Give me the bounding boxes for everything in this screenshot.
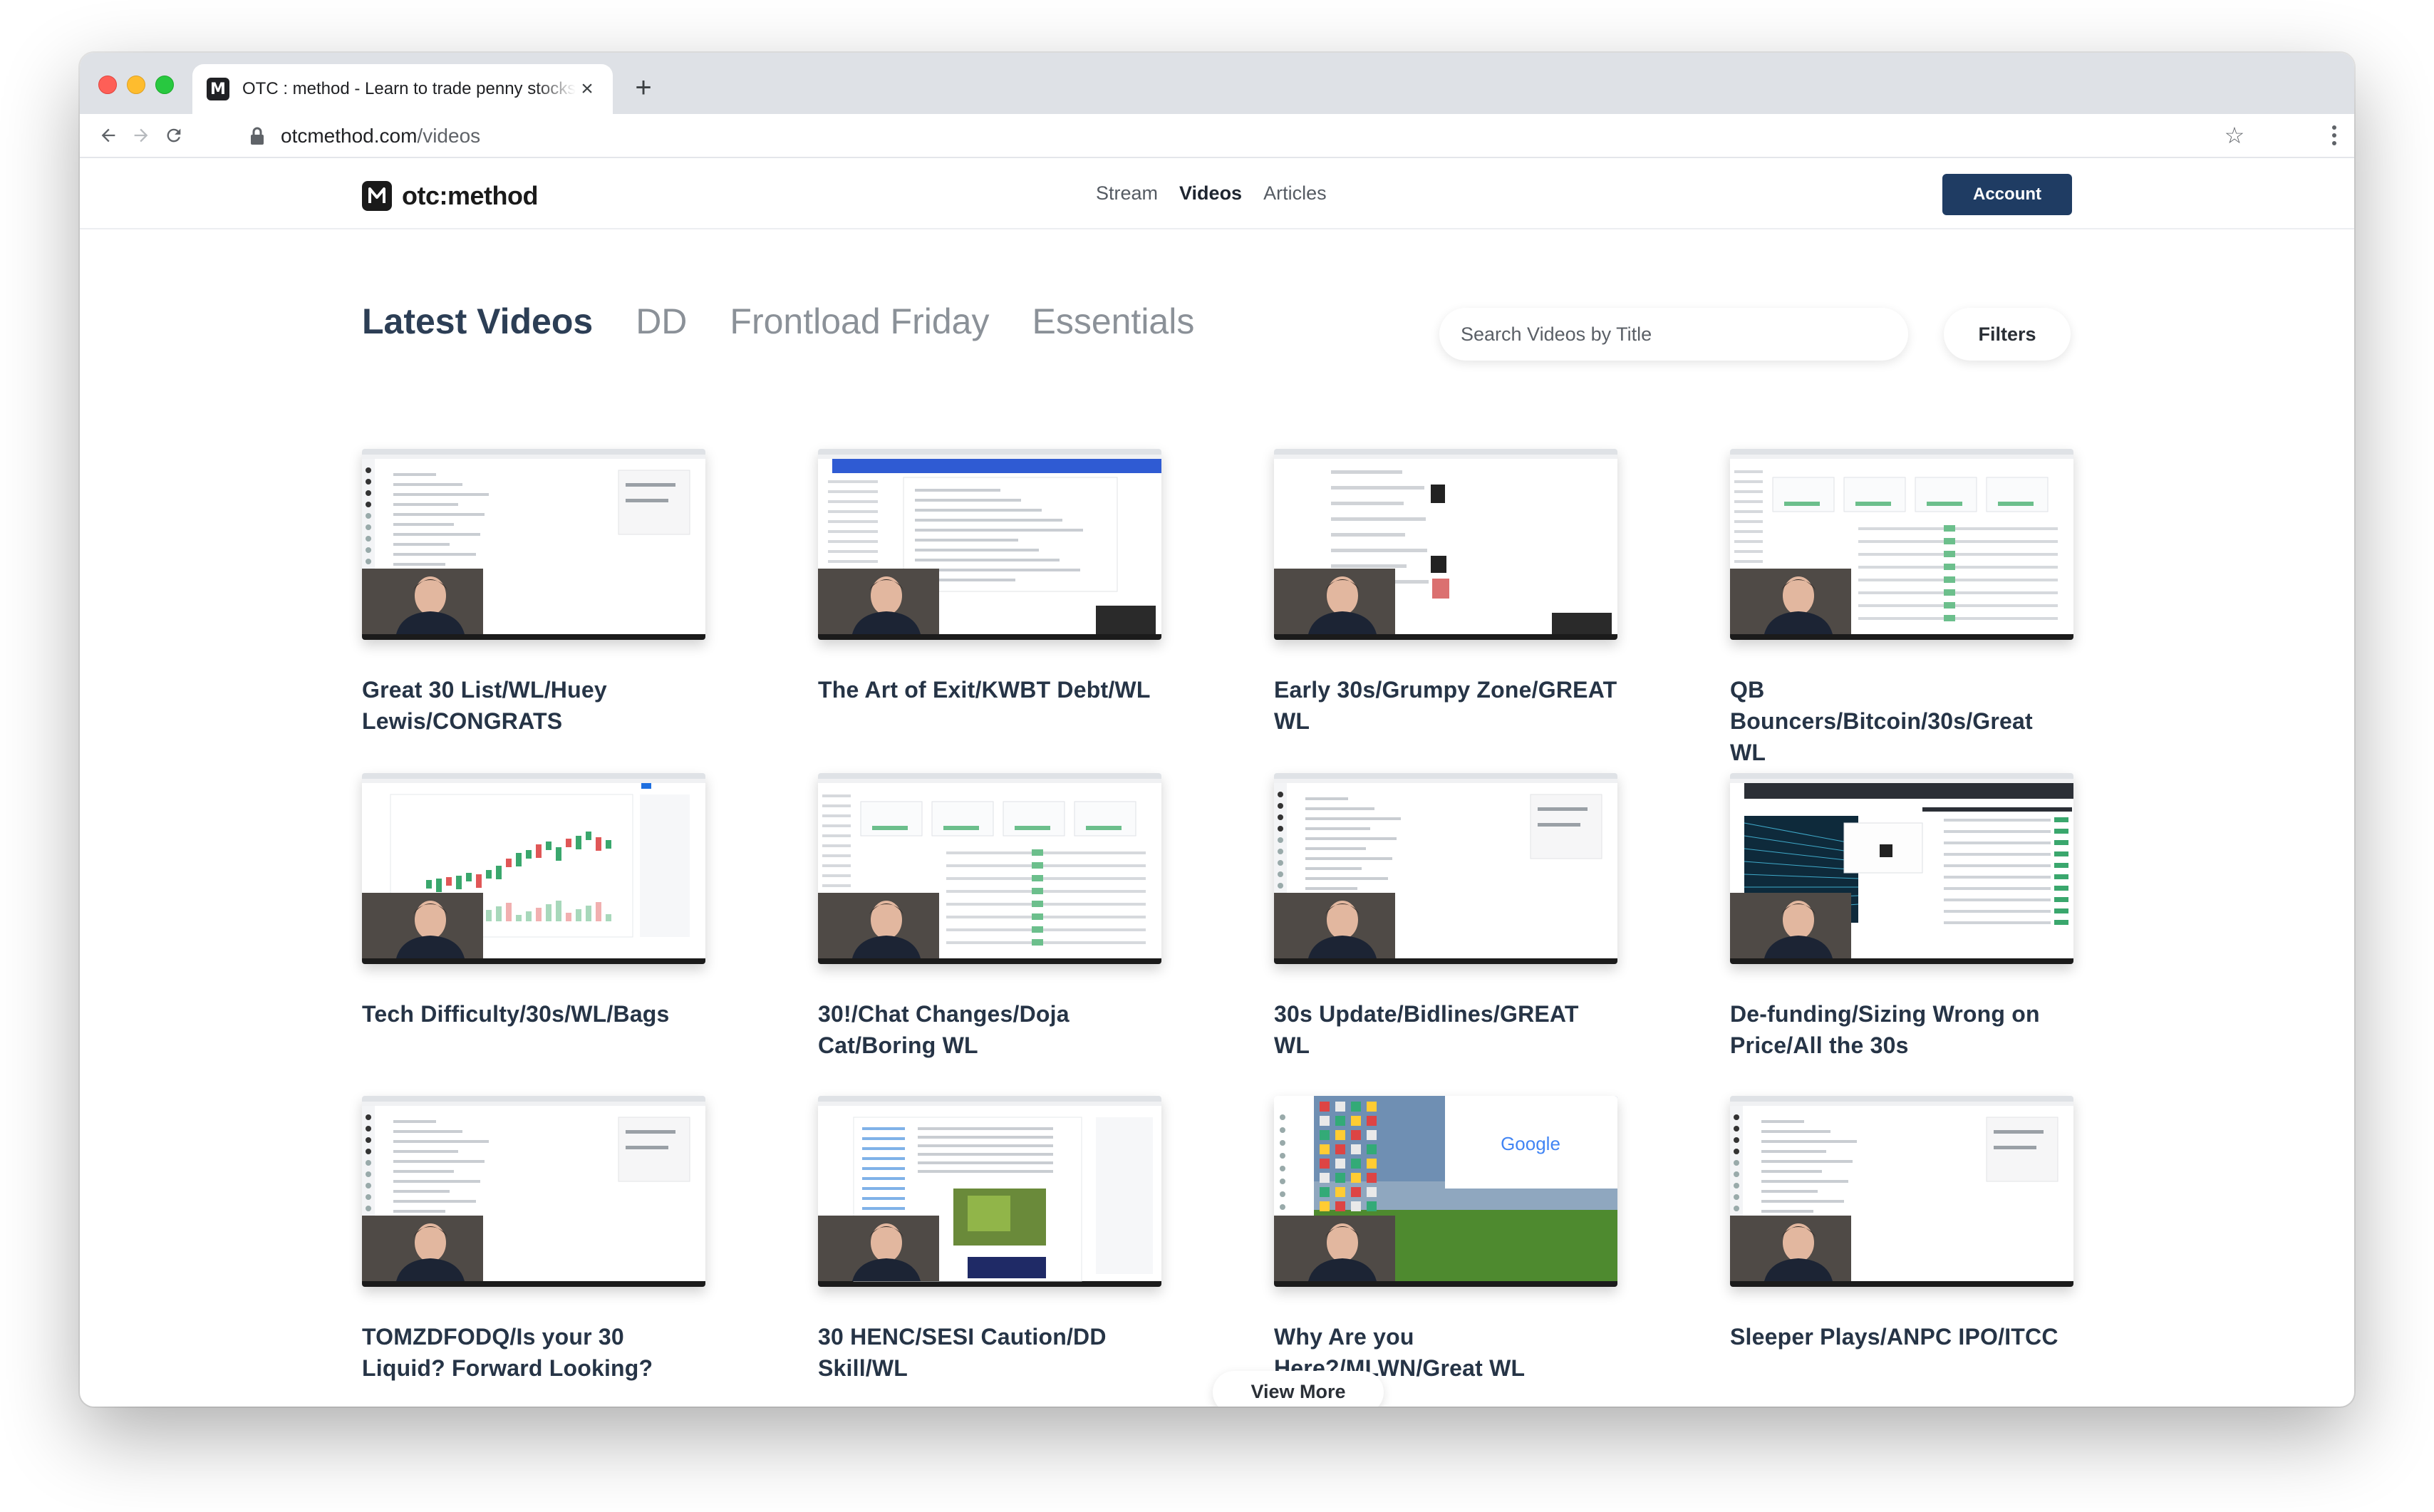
video-thumbnail[interactable] bbox=[818, 773, 1161, 964]
url-path: /videos bbox=[417, 125, 481, 147]
url-text: otcmethod.com/videos bbox=[281, 125, 480, 147]
video-thumbnail[interactable] bbox=[1730, 1096, 2073, 1287]
videos-content: Latest Videos DD Frontload Friday Essent… bbox=[80, 231, 2354, 1407]
video-title[interactable]: Sleeper Plays/ANPC IPO/ITCC bbox=[1730, 1321, 2073, 1352]
video-title[interactable]: 30!/Chat Changes/Doja Cat/Boring WL bbox=[818, 998, 1161, 1061]
video-title[interactable]: The Art of Exit/KWBT Debt/WL bbox=[818, 674, 1161, 705]
video-title[interactable]: 30 HENC/SESI Caution/DD Skill/WL bbox=[818, 1321, 1161, 1384]
video-title[interactable]: 30s Update/Bidlines/GREAT WL bbox=[1274, 998, 1617, 1061]
video-card[interactable]: Sleeper Plays/ANPC IPO/ITCC bbox=[1730, 1096, 2073, 1352]
logo-text: otc:method bbox=[402, 181, 538, 210]
browser-window: M OTC : method - Learn to trade penny st… bbox=[80, 53, 2354, 1407]
view-more-button[interactable]: View More bbox=[1213, 1371, 1384, 1407]
video-thumbnail[interactable]: Google bbox=[1274, 1096, 1617, 1287]
tab-strip: M OTC : method - Learn to trade penny st… bbox=[80, 53, 2354, 114]
video-thumbnail[interactable] bbox=[818, 1096, 1161, 1287]
video-card[interactable]: The Art of Exit/KWBT Debt/WL bbox=[818, 449, 1161, 705]
lock-icon bbox=[251, 127, 264, 145]
video-title[interactable]: Early 30s/Grumpy Zone/GREAT WL bbox=[1274, 674, 1617, 737]
video-card[interactable]: Tech Difficulty/30s/WL/Bags bbox=[362, 773, 705, 1030]
tab-essentials[interactable]: Essentials bbox=[1032, 301, 1194, 342]
site-nav: Stream Videos Articles bbox=[1096, 182, 1327, 204]
video-thumbnail[interactable] bbox=[1730, 449, 2073, 640]
tab-favicon-icon: M bbox=[207, 78, 229, 100]
account-button[interactable]: Account bbox=[1942, 174, 2072, 215]
video-title[interactable]: TOMZDFODQ/Is your 30 Liquid? Forward Loo… bbox=[362, 1321, 705, 1384]
close-tab-icon[interactable]: × bbox=[576, 77, 599, 100]
video-thumbnail[interactable] bbox=[1274, 449, 1617, 640]
nav-articles[interactable]: Articles bbox=[1263, 182, 1327, 204]
tab-latest-videos[interactable]: Latest Videos bbox=[362, 301, 593, 342]
video-category-tabs: Latest Videos DD Frontload Friday Essent… bbox=[362, 301, 1237, 342]
maximize-window-button[interactable] bbox=[155, 76, 174, 94]
filters-button[interactable]: Filters bbox=[1944, 308, 2071, 361]
more-vertical-icon[interactable] bbox=[2320, 121, 2348, 150]
video-card[interactable]: 30 HENC/SESI Caution/DD Skill/WL bbox=[818, 1096, 1161, 1384]
video-thumbnail[interactable] bbox=[362, 449, 705, 640]
new-tab-button[interactable]: + bbox=[628, 72, 658, 103]
video-thumbnail[interactable] bbox=[362, 773, 705, 964]
tab-title: OTC : method - Learn to trade penny stoc… bbox=[242, 79, 576, 98]
video-card[interactable]: QB Bouncers/Bitcoin/30s/Great WL bbox=[1730, 449, 2073, 768]
video-card[interactable]: Great 30 List/WL/Huey Lewis/CONGRATS bbox=[362, 449, 705, 737]
video-thumbnail[interactable] bbox=[362, 1096, 705, 1287]
video-card[interactable]: De-funding/Sizing Wrong on Price/All the… bbox=[1730, 773, 2073, 1061]
google-logo-text: Google bbox=[1501, 1133, 1560, 1154]
video-card[interactable]: 30!/Chat Changes/Doja Cat/Boring WL bbox=[818, 773, 1161, 1061]
browser-toolbar: otcmethod.com/videos ☆ bbox=[80, 114, 2354, 158]
video-card[interactable]: 30s Update/Bidlines/GREAT WL bbox=[1274, 773, 1617, 1061]
tab-frontload-friday[interactable]: Frontload Friday bbox=[730, 301, 989, 342]
video-title[interactable]: Tech Difficulty/30s/WL/Bags bbox=[362, 998, 705, 1030]
tab-dd[interactable]: DD bbox=[636, 301, 687, 342]
url-host: otcmethod.com bbox=[281, 125, 418, 147]
bookmark-star-icon[interactable]: ☆ bbox=[2220, 121, 2249, 150]
site-logo[interactable]: otc:method bbox=[362, 181, 538, 211]
video-title[interactable]: QB Bouncers/Bitcoin/30s/Great WL bbox=[1730, 674, 2073, 768]
nav-stream[interactable]: Stream bbox=[1096, 182, 1158, 204]
video-title[interactable]: Great 30 List/WL/Huey Lewis/CONGRATS bbox=[362, 674, 705, 737]
video-thumbnail[interactable] bbox=[1274, 773, 1617, 964]
video-card[interactable]: TOMZDFODQ/Is your 30 Liquid? Forward Loo… bbox=[362, 1096, 705, 1384]
video-thumbnail[interactable] bbox=[1730, 773, 2073, 964]
video-card[interactable]: Early 30s/Grumpy Zone/GREAT WL bbox=[1274, 449, 1617, 737]
logo-mark-icon bbox=[362, 181, 392, 211]
close-window-button[interactable] bbox=[98, 76, 117, 94]
site-header: otc:method Stream Videos Articles Accoun… bbox=[80, 158, 2354, 229]
video-search-input[interactable] bbox=[1461, 323, 1908, 346]
video-card[interactable]: Google Why Are you Here?/MLWN/Great WL bbox=[1274, 1096, 1617, 1384]
video-thumbnail[interactable] bbox=[818, 449, 1161, 640]
minimize-window-button[interactable] bbox=[127, 76, 145, 94]
nav-videos[interactable]: Videos bbox=[1179, 182, 1242, 204]
browser-tab[interactable]: M OTC : method - Learn to trade penny st… bbox=[192, 64, 613, 114]
address-bar[interactable]: otcmethod.com/videos bbox=[80, 114, 2354, 158]
video-title[interactable]: De-funding/Sizing Wrong on Price/All the… bbox=[1730, 998, 2073, 1061]
video-search-box bbox=[1439, 308, 1908, 361]
